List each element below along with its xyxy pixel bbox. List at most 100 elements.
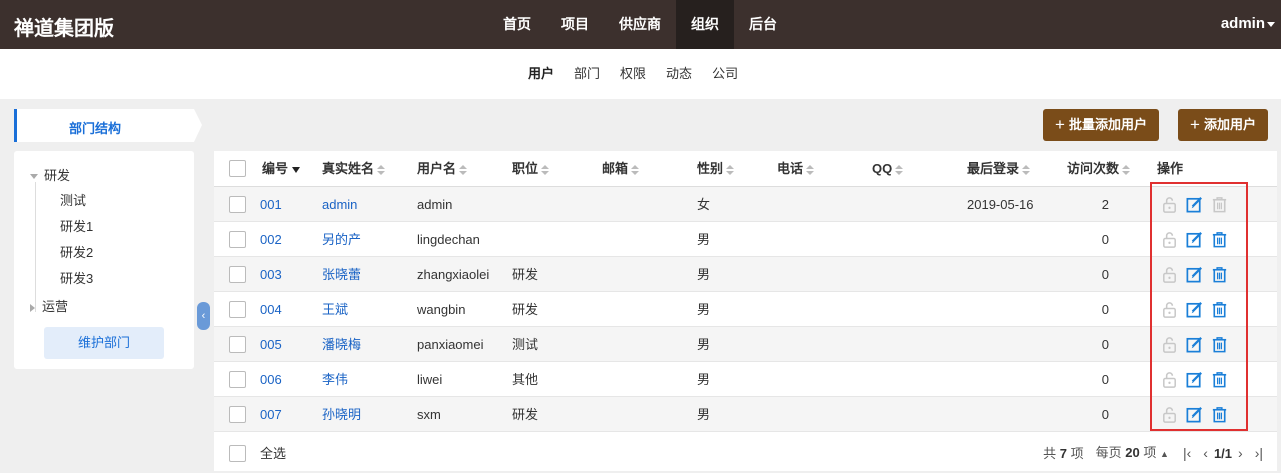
- nav-item-1[interactable]: 项目: [546, 0, 604, 49]
- tree-node-research3[interactable]: 研发3: [60, 268, 93, 287]
- tree-node-label: 运营: [42, 299, 69, 314]
- nav-item-4[interactable]: 后台: [734, 0, 792, 49]
- column-header-phone[interactable]: 电话: [777, 151, 815, 186]
- sort-icon: [459, 164, 468, 175]
- pager: 共 7 项 每页 20 项 ▲ |‹ ‹ 1/1 › ›|: [1043, 436, 1269, 471]
- cell-account: panxiaomei: [417, 337, 484, 352]
- last-page-icon[interactable]: ›|: [1249, 436, 1269, 471]
- actions-highlight-box: [1150, 182, 1248, 431]
- tree-node-research1[interactable]: 研发1: [60, 216, 93, 235]
- cell-id[interactable]: 003: [260, 257, 282, 292]
- row-checkbox[interactable]: [229, 406, 246, 423]
- cell-role: 研发: [512, 267, 539, 282]
- cell-id[interactable]: 004: [260, 292, 282, 327]
- subnav-item-2[interactable]: 权限: [610, 49, 656, 99]
- cell-gender: 男: [697, 372, 711, 387]
- table-row: 003 张晓蕾 zhangxiaolei 研发 男 0: [214, 257, 1277, 292]
- page-indicator: 1/1: [1213, 446, 1233, 461]
- row-checkbox[interactable]: [229, 266, 246, 283]
- cell-realname[interactable]: 张晓蕾: [322, 257, 361, 292]
- table-row: 001 admin admin 女 2019-05-16 2: [214, 187, 1277, 222]
- cell-id[interactable]: 006: [260, 362, 282, 397]
- column-header-gender[interactable]: 性别: [697, 151, 735, 186]
- department-structure-title: 部门结构: [69, 121, 122, 136]
- table-row: 006 李伟 liwei 其他 男 0: [214, 362, 1277, 397]
- select-all-label[interactable]: 全选: [260, 436, 286, 471]
- column-header-id[interactable]: 编号: [262, 151, 301, 186]
- column-header-visits[interactable]: 访问次数: [1067, 151, 1131, 186]
- subnav-item-1[interactable]: 部门: [564, 49, 610, 99]
- table-footer: 全选 共 7 项 每页 20 项 ▲ |‹ ‹ 1/1 › ›|: [214, 436, 1277, 471]
- cell-id[interactable]: 007: [260, 397, 282, 432]
- cell-gender: 男: [697, 232, 711, 247]
- subnav-item-4[interactable]: 公司: [702, 49, 748, 99]
- tree-connector-line: [35, 182, 36, 312]
- column-header-realname[interactable]: 真实姓名: [322, 151, 386, 186]
- nav-item-3[interactable]: 组织: [676, 0, 734, 49]
- column-header-qq[interactable]: QQ: [872, 151, 904, 186]
- plus-icon: +: [1055, 115, 1065, 134]
- cell-id[interactable]: 002: [260, 222, 282, 257]
- cell-account: liwei: [417, 372, 443, 387]
- cell-account: wangbin: [417, 302, 466, 317]
- cell-visits: 0: [1101, 232, 1109, 247]
- cell-account: sxm: [417, 407, 441, 422]
- sort-icon: [1022, 164, 1031, 175]
- cell-visits: 0: [1101, 337, 1109, 352]
- tree-node-test[interactable]: 测试: [60, 190, 86, 209]
- cell-visits: 2: [1101, 197, 1109, 212]
- column-header-last-login[interactable]: 最后登录: [967, 151, 1031, 186]
- next-page-icon[interactable]: ›: [1232, 436, 1249, 471]
- plus-icon: +: [1190, 115, 1200, 134]
- cell-realname[interactable]: 孙晓明: [322, 397, 361, 432]
- subnav-item-3[interactable]: 动态: [656, 49, 702, 99]
- cell-realname[interactable]: admin: [322, 187, 357, 222]
- first-page-icon[interactable]: |‹: [1177, 436, 1197, 471]
- sort-icon: [541, 164, 550, 175]
- row-checkbox[interactable]: [229, 336, 246, 353]
- department-tree-panel: 研发 测试 研发1 研发2 研发3 运营 维护部门: [14, 151, 194, 369]
- header-arrow-decoration: [194, 109, 202, 142]
- row-checkbox[interactable]: [229, 196, 246, 213]
- row-checkbox[interactable]: [229, 301, 246, 318]
- row-checkbox[interactable]: [229, 231, 246, 248]
- sort-icon: [631, 164, 640, 175]
- main-nav: 首页 项目 供应商 组织 后台: [488, 0, 792, 49]
- row-checkbox[interactable]: [229, 371, 246, 388]
- tree-node-research[interactable]: 研发: [30, 165, 70, 184]
- user-menu[interactable]: admin: [1221, 15, 1275, 32]
- user-name: admin: [1220, 15, 1265, 32]
- cell-gender: 男: [697, 267, 711, 282]
- nav-item-0[interactable]: 首页: [488, 0, 546, 49]
- column-header-actions: 操作: [1157, 161, 1184, 176]
- sort-icon: [726, 164, 735, 175]
- maintain-department-button[interactable]: 维护部门: [44, 327, 164, 359]
- cell-realname[interactable]: 李伟: [322, 362, 348, 397]
- prev-page-icon[interactable]: ‹: [1197, 436, 1214, 471]
- cell-realname[interactable]: 王斌: [322, 292, 348, 327]
- app-brand[interactable]: 禅道集团版: [14, 12, 114, 41]
- cell-realname[interactable]: 另的产: [322, 222, 361, 257]
- subnav-item-0[interactable]: 用户: [518, 49, 564, 99]
- column-header-email[interactable]: 邮箱: [602, 151, 640, 186]
- caret-up-icon: ▲: [1160, 449, 1169, 459]
- nav-item-2[interactable]: 供应商: [604, 0, 676, 49]
- cell-realname[interactable]: 潘晓梅: [322, 327, 361, 362]
- select-all-checkbox[interactable]: [229, 445, 246, 462]
- per-page-selector[interactable]: 每页 20 项 ▲: [1096, 435, 1169, 472]
- sort-icon: [1122, 164, 1131, 175]
- sub-nav: 用户 部门 权限 动态 公司: [0, 49, 1281, 99]
- tree-node-research2[interactable]: 研发2: [60, 242, 93, 261]
- header-checkbox[interactable]: [229, 160, 246, 177]
- cell-id[interactable]: 005: [260, 327, 282, 362]
- table-row: 004 王斌 wangbin 研发 男 0: [214, 292, 1277, 327]
- sidebar-collapse-handle[interactable]: ‹: [197, 302, 210, 330]
- cell-gender: 男: [697, 302, 711, 317]
- add-user-button[interactable]: + 添加用户: [1178, 109, 1268, 141]
- cell-id[interactable]: 001: [260, 187, 282, 222]
- table-row: 007 孙晓明 sxm 研发 男 0: [214, 397, 1277, 432]
- batch-add-users-button[interactable]: + 批量添加用户: [1043, 109, 1159, 141]
- tree-node-operations[interactable]: 运营: [30, 296, 68, 315]
- column-header-role[interactable]: 职位: [512, 151, 550, 186]
- column-header-account[interactable]: 用户名: [417, 151, 468, 186]
